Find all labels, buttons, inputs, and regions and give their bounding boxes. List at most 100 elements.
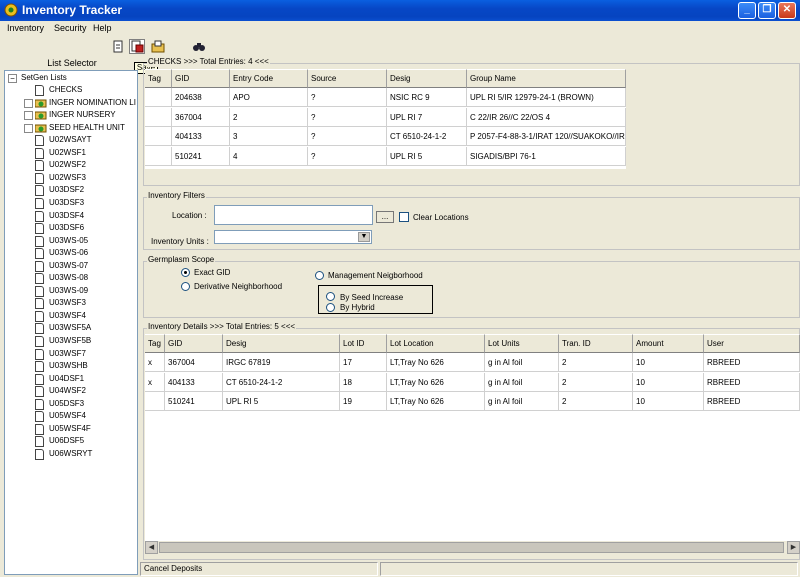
- details-header-lot-location[interactable]: Lot Location: [387, 334, 485, 353]
- tree-item[interactable]: U05WSF4F: [49, 423, 91, 435]
- tree-item[interactable]: U03DSF4: [49, 210, 84, 222]
- checks-header-desig[interactable]: Desig: [387, 69, 467, 88]
- details-cell[interactable]: 2: [559, 392, 633, 411]
- checks-cell[interactable]: ?: [308, 107, 387, 127]
- details-cell[interactable]: 510241: [165, 392, 223, 411]
- tree-item[interactable]: U02WSF3: [49, 172, 86, 184]
- tree-item[interactable]: U03WSHB: [49, 360, 88, 372]
- checks-cell[interactable]: 367004: [172, 107, 230, 127]
- menu-security[interactable]: Security: [54, 22, 87, 35]
- tree-item[interactable]: U03WSF5A: [49, 322, 91, 334]
- checks-cell[interactable]: NSIC RC 9: [387, 88, 467, 107]
- tree-item[interactable]: U02WSF1: [49, 147, 86, 159]
- tree-item[interactable]: U03WSF5B: [49, 335, 91, 347]
- tree-item[interactable]: U03WS-08: [49, 272, 88, 284]
- details-header-lot-units[interactable]: Lot Units: [485, 334, 559, 353]
- details-cell[interactable]: 367004: [165, 353, 223, 372]
- tree-item[interactable]: U03WSF3: [49, 297, 86, 309]
- management-neighborhood-radio[interactable]: [315, 271, 324, 280]
- tree-item[interactable]: U02WSAYT: [49, 134, 92, 146]
- details-cell[interactable]: g in Al foil: [485, 372, 559, 392]
- details-cell[interactable]: [145, 392, 165, 411]
- close-button[interactable]: ✕: [778, 2, 796, 19]
- details-header-desig[interactable]: Desig: [223, 334, 340, 353]
- details-cell[interactable]: 10: [633, 372, 704, 392]
- clear-locations-checkbox[interactable]: [399, 212, 409, 222]
- checks-header-gid[interactable]: GID: [172, 69, 230, 88]
- details-cell[interactable]: 404133: [165, 372, 223, 392]
- details-cell[interactable]: 17: [340, 353, 387, 372]
- details-cell[interactable]: LT,Tray No 626: [387, 392, 485, 411]
- checks-cell[interactable]: UPL RI 5/IR 12979-24-1 (BROWN): [467, 88, 626, 107]
- details-cell[interactable]: CT 6510-24-1-2: [223, 372, 340, 392]
- tree-item[interactable]: U03DSF6: [49, 222, 84, 234]
- details-header-lot-id[interactable]: Lot ID: [340, 334, 387, 353]
- tree-item[interactable]: U03WS-06: [49, 247, 88, 259]
- tree-item[interactable]: U04DSF1: [49, 373, 84, 385]
- save-button[interactable]: [129, 39, 145, 54]
- details-cell[interactable]: IRGC 67819: [223, 353, 340, 372]
- details-cell[interactable]: 2: [559, 353, 633, 372]
- tree-item[interactable]: U03DSF3: [49, 197, 84, 209]
- details-cell[interactable]: g in Al foil: [485, 392, 559, 411]
- checks-cell[interactable]: C 22/IR 26//C 22/OS 4: [467, 107, 626, 127]
- find-button[interactable]: [191, 39, 207, 54]
- checks-header-source[interactable]: Source: [308, 69, 387, 88]
- tree-item[interactable]: U03WSF7: [49, 348, 86, 360]
- details-cell[interactable]: 10: [633, 353, 704, 372]
- horizontal-scrollbar[interactable]: ◀ ▶: [145, 541, 800, 554]
- tree-item[interactable]: U05DSF3: [49, 398, 84, 410]
- details-header-tran-id[interactable]: Tran. ID: [559, 334, 633, 353]
- location-input[interactable]: [214, 205, 373, 225]
- details-cell[interactable]: RBREED: [704, 353, 800, 372]
- list-selector-tree[interactable]: − SetGen Lists CHECKS INGER NOMINATION LI…: [4, 70, 138, 575]
- details-header-user[interactable]: User: [704, 334, 800, 353]
- details-header-gid[interactable]: GID: [165, 334, 223, 353]
- tree-item[interactable]: U03WS-07: [49, 260, 88, 272]
- checks-cell[interactable]: [145, 127, 172, 146]
- checks-cell[interactable]: 404133: [172, 127, 230, 146]
- tree-item[interactable]: CHECKS: [49, 84, 82, 96]
- new-button[interactable]: [110, 39, 126, 54]
- tree-item[interactable]: U03WS-05: [49, 235, 88, 247]
- tree-item[interactable]: U06WSRYT: [49, 448, 92, 460]
- checks-cell[interactable]: 3: [230, 127, 308, 146]
- checks-cell[interactable]: [145, 146, 172, 166]
- checks-cell[interactable]: 510241: [172, 146, 230, 166]
- checks-cell[interactable]: 2: [230, 107, 308, 127]
- by-seed-increase-radio[interactable]: [326, 292, 335, 301]
- menu-help[interactable]: Help: [93, 22, 112, 35]
- checks-cell[interactable]: ?: [308, 88, 387, 107]
- checks-header-group-name[interactable]: Group Name: [467, 69, 626, 88]
- tree-item[interactable]: U03WSF4: [49, 310, 86, 322]
- checks-cell[interactable]: [145, 88, 172, 107]
- details-cell[interactable]: x: [145, 372, 165, 392]
- checks-header-tag[interactable]: Tag: [145, 69, 172, 88]
- exact-gid-radio[interactable]: [181, 268, 190, 277]
- dropdown-arrow-icon[interactable]: ▼: [358, 232, 370, 242]
- tree-item[interactable]: U03DSF2: [49, 184, 84, 196]
- tree-item[interactable]: U05WSF4: [49, 410, 86, 422]
- details-cell[interactable]: RBREED: [704, 372, 800, 392]
- checks-cell[interactable]: 204638: [172, 88, 230, 107]
- details-cell[interactable]: RBREED: [704, 392, 800, 411]
- checks-table[interactable]: Tag GID Entry Code Source Desig Group Name 20…: [145, 69, 626, 169]
- collapse-icon[interactable]: −: [8, 74, 17, 83]
- tree-item[interactable]: U06DSF5: [49, 435, 84, 447]
- checks-cell[interactable]: UPL RI 5: [387, 146, 467, 166]
- tree-item[interactable]: U03WS-09: [49, 285, 88, 297]
- by-hybrid-radio[interactable]: [326, 303, 335, 312]
- browse-location-button[interactable]: ...: [376, 211, 394, 223]
- checks-header-entry-code[interactable]: Entry Code: [230, 69, 308, 88]
- checks-cell[interactable]: UPL RI 7: [387, 107, 467, 127]
- details-cell[interactable]: LT,Tray No 626: [387, 353, 485, 372]
- scroll-right-icon[interactable]: ▶: [787, 541, 800, 554]
- details-header-amount[interactable]: Amount: [633, 334, 704, 353]
- details-cell[interactable]: UPL RI 5: [223, 392, 340, 411]
- maximize-button[interactable]: ❐: [758, 2, 776, 19]
- checks-cell[interactable]: ?: [308, 146, 387, 166]
- details-cell[interactable]: 19: [340, 392, 387, 411]
- scroll-left-icon[interactable]: ◀: [145, 541, 158, 554]
- tree-item[interactable]: U04WSF2: [49, 385, 86, 397]
- checks-cell[interactable]: APO: [230, 88, 308, 107]
